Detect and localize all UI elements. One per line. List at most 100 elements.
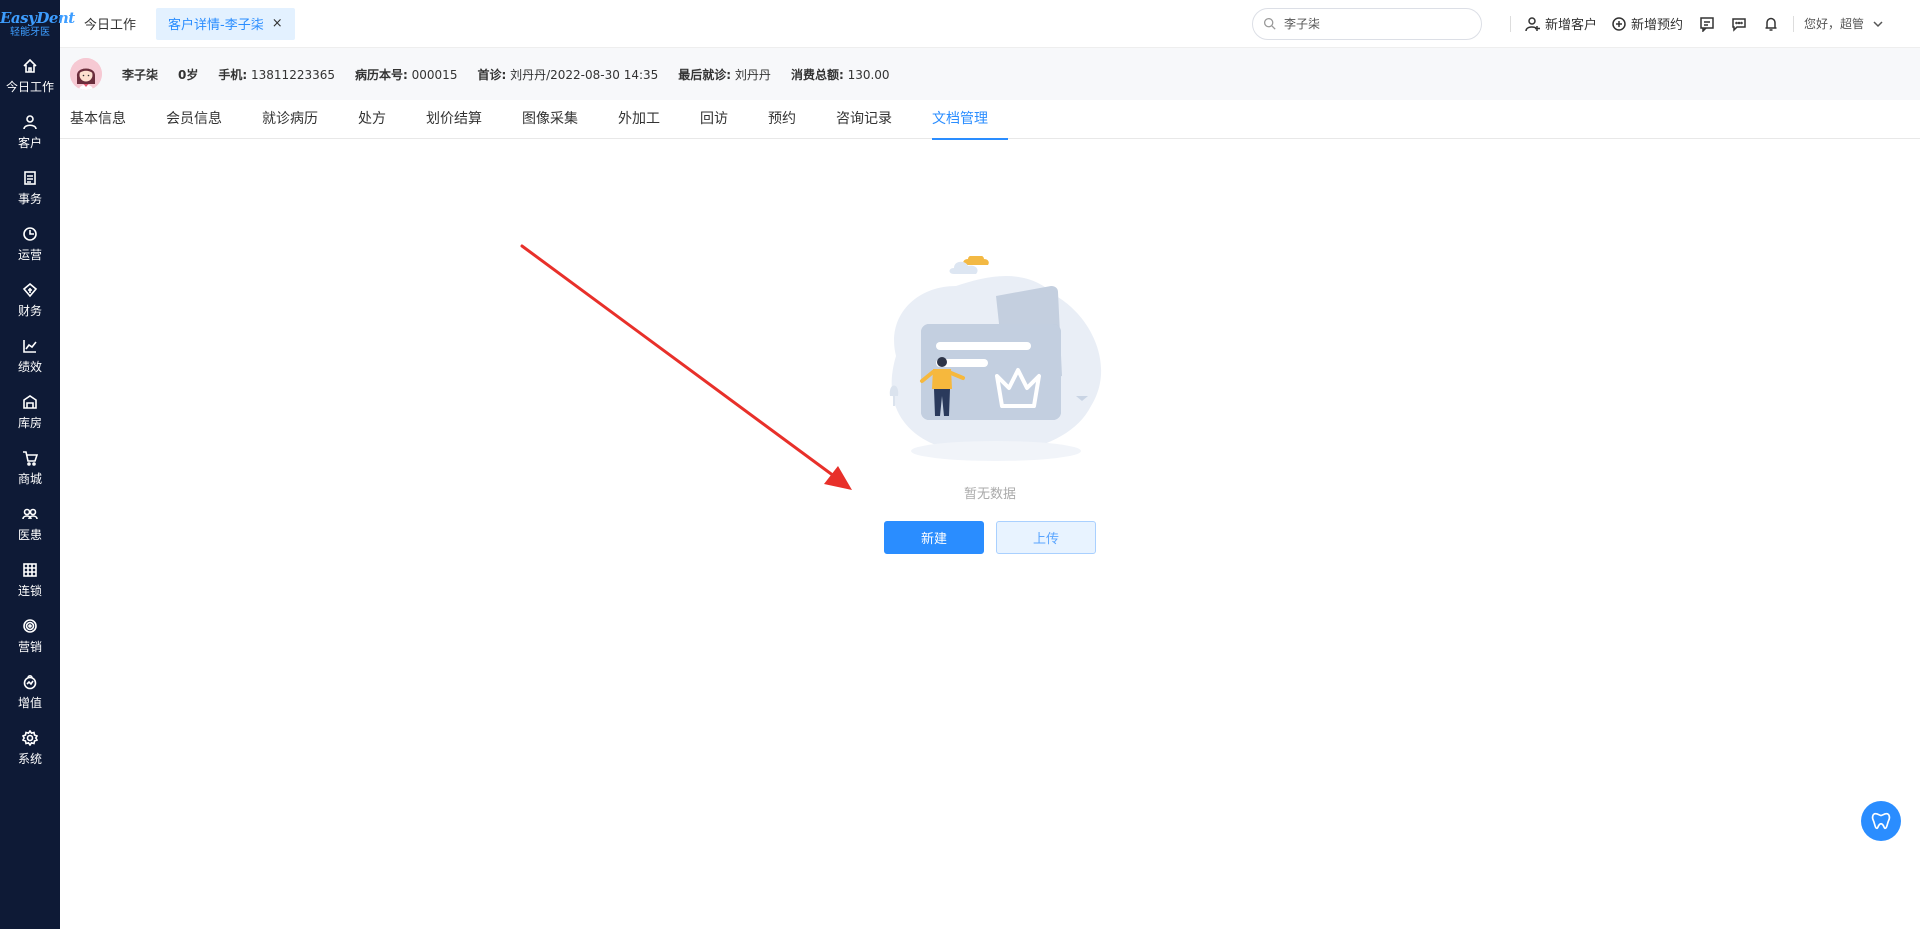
target-icon: [23, 618, 37, 633]
total-label: 消费总额:: [790, 67, 844, 82]
sidebar-item-doctor-patient[interactable]: 医患: [0, 496, 60, 552]
sub-tabs: 基本信息 会员信息 就诊病历 处方 划价结算 图像采集 外加工 回访 预约 咨询…: [60, 100, 1920, 140]
new-appointment-label: 新增预约: [1630, 18, 1683, 33]
new-appointment-button[interactable]: 新增预约: [1611, 14, 1683, 33]
sidebar-item-label: 财务: [17, 303, 42, 318]
tooth-icon: [1871, 812, 1891, 830]
new-document-button[interactable]: 新建: [884, 521, 984, 554]
message-icon: [1700, 16, 1714, 32]
tab-image-capture[interactable]: 图像采集: [522, 100, 598, 139]
divider: [1509, 15, 1511, 32]
bell-icon: [1765, 17, 1777, 31]
sidebar-item-value-added[interactable]: 增值: [0, 664, 60, 720]
record-value: 000015: [411, 67, 458, 82]
sidebar-item-label: 客户: [17, 135, 42, 150]
patient-age: 0岁: [178, 67, 199, 82]
divider: [1792, 15, 1794, 32]
patient-record-number: 病历本号: 000015: [355, 66, 457, 83]
sidebar-item-system[interactable]: 系统: [0, 720, 60, 776]
sidebar-item-operations[interactable]: 运营: [0, 216, 60, 272]
add-appointment-icon: [1612, 16, 1626, 31]
top-right-actions: 新增客户 新增预约 您好，超管: [1251, 0, 1920, 48]
add-user-icon: [1525, 16, 1540, 31]
empty-state-text: 暂无数据: [963, 487, 1016, 502]
sidebar-item-chain[interactable]: 连锁: [0, 552, 60, 608]
cart-icon: [23, 450, 38, 466]
tab-customer-detail[interactable]: 客户详情-李子柒 ×: [156, 7, 295, 40]
avatar-image: [70, 58, 102, 90]
sidebar-item-marketing[interactable]: 营销: [0, 608, 60, 664]
greeting-text: 您好，超管: [1803, 17, 1864, 31]
sidebar-item-mall[interactable]: 商城: [0, 440, 60, 496]
tooth-assistant-button[interactable]: [1861, 801, 1901, 841]
logo-text: EasyDent: [0, 9, 75, 27]
finance-icon: [22, 282, 38, 297]
tab-label: 客户详情-李子柒: [168, 18, 264, 33]
tab-follow-up[interactable]: 回访: [700, 100, 748, 139]
sidebar-item-customer[interactable]: 客户: [0, 104, 60, 160]
sidebar-item-label: 商城: [17, 471, 42, 486]
patient-name: 李子柒: [122, 67, 159, 82]
first-visit-label: 首诊:: [477, 67, 507, 82]
document-icon: [24, 170, 36, 185]
sidebar-item-label: 绩效: [17, 359, 42, 374]
tab-consultation-records[interactable]: 咨询记录: [836, 100, 912, 139]
tab-external-processing[interactable]: 外加工: [618, 100, 680, 139]
chat-icon: [1732, 17, 1746, 32]
search-box[interactable]: [1251, 7, 1482, 40]
clock-icon: [23, 226, 37, 241]
sidebar-item-label: 医患: [17, 527, 42, 542]
user-icon: [23, 114, 37, 129]
logo: EasyDent 轻能牙医: [0, 0, 75, 48]
sidebar-item-affairs[interactable]: 事务: [0, 160, 60, 216]
chevron-down-icon: [1873, 20, 1883, 27]
top-bar: 今日工作 客户详情-李子柒 × 新增客户 新增预约 您好，超管: [60, 0, 1920, 48]
avatar: [70, 58, 102, 90]
last-visit-value: 刘丹丹: [734, 67, 771, 82]
sidebar-item-performance[interactable]: 绩效: [0, 328, 60, 384]
building-icon: [23, 562, 37, 577]
tab-appointment[interactable]: 预约: [768, 100, 816, 139]
tab-basic-info[interactable]: 基本信息: [70, 100, 146, 139]
empty-state-illustration: [876, 254, 1106, 466]
new-customer-label: 新增客户: [1544, 18, 1597, 33]
tab-prescription[interactable]: 处方: [358, 100, 406, 139]
chat-button[interactable]: [1731, 16, 1747, 32]
new-customer-button[interactable]: 新增客户: [1525, 14, 1597, 33]
logo-subtitle: 轻能牙医: [10, 27, 50, 38]
first-visit-value: 刘丹丹/2022-08-30 14:35: [510, 67, 659, 82]
search-input[interactable]: [1283, 16, 1464, 31]
patient-phone: 手机: 13811223365: [218, 66, 335, 83]
sidebar-item-label: 今日工作: [5, 79, 54, 94]
last-visit-label: 最后就诊:: [678, 67, 732, 82]
upload-button[interactable]: 上传: [996, 521, 1096, 554]
tab-document-management[interactable]: 文档管理: [932, 100, 1008, 140]
patient-info-bar: 李子柒 0岁 手机: 13811223365 病历本号: 000015 首诊: …: [60, 48, 1920, 100]
tab-billing[interactable]: 划价结算: [426, 100, 502, 139]
phone-label: 手机:: [218, 67, 248, 82]
tab-today[interactable]: 今日工作: [72, 8, 148, 40]
notification-button[interactable]: [1763, 16, 1779, 32]
growth-icon: [23, 674, 37, 689]
tab-member-info[interactable]: 会员信息: [166, 100, 242, 139]
message-button[interactable]: [1699, 16, 1715, 32]
phone-value: 13811223365: [251, 67, 335, 82]
sidebar-item-warehouse[interactable]: 库房: [0, 384, 60, 440]
warehouse-icon: [23, 394, 37, 409]
tab-medical-records[interactable]: 就诊病历: [262, 100, 338, 139]
sidebar-item-label: 营销: [17, 639, 42, 654]
people-icon: [22, 508, 38, 519]
sidebar-item-label: 系统: [17, 751, 42, 766]
sidebar: EasyDent 轻能牙医 今日工作 客户 事务 运营 财务 绩效 库房 商城 …: [0, 0, 75, 929]
tab-label: 今日工作: [84, 18, 137, 33]
total-value: 130.00: [847, 67, 890, 82]
close-icon[interactable]: ×: [272, 16, 283, 31]
home-icon: [23, 58, 37, 73]
user-menu[interactable]: 您好，超管: [1804, 15, 1884, 32]
sidebar-item-today[interactable]: 今日工作: [0, 48, 60, 104]
search-icon: [1263, 17, 1276, 30]
sidebar-item-finance[interactable]: 财务: [0, 272, 60, 328]
patient-last-visit: 最后就诊: 刘丹丹: [678, 66, 771, 83]
sidebar-item-label: 事务: [17, 191, 42, 206]
patient-first-visit: 首诊: 刘丹丹/2022-08-30 14:35: [477, 66, 658, 83]
